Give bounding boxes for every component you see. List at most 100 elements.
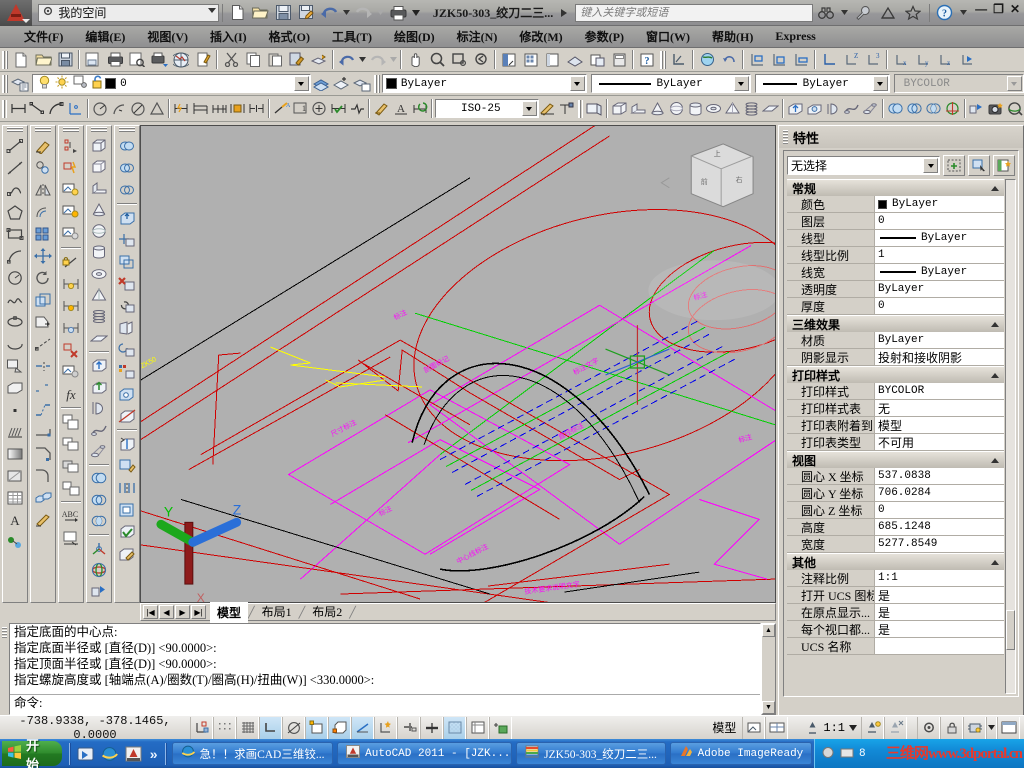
minimize-button[interactable]: — — [975, 2, 987, 16]
layer-make-current-icon[interactable] — [331, 73, 351, 94]
pickadd-icon[interactable] — [993, 155, 1015, 176]
plot-preview-icon[interactable] — [82, 49, 104, 70]
table-row[interactable]: 打印样式 BYCOLOR — [787, 383, 1004, 400]
helix-icon[interactable] — [88, 306, 110, 327]
copy-stack-icon[interactable] — [60, 455, 82, 477]
last-tab-button[interactable]: ▶| — [191, 605, 206, 619]
tray-icon[interactable] — [840, 746, 854, 762]
dimstyle-control[interactable]: ISO-25 — [435, 99, 539, 118]
properties-scrollbar[interactable] — [1005, 179, 1016, 694]
chevron-down-icon[interactable] — [208, 7, 217, 13]
layer-lock-icon[interactable] — [60, 251, 82, 273]
undo-icon[interactable] — [319, 2, 340, 24]
grid-mode-toggle[interactable] — [236, 716, 259, 739]
category-misc[interactable]: 其他 — [787, 553, 1004, 570]
command-window-grip[interactable] — [0, 623, 9, 715]
pyramid-icon[interactable] — [723, 98, 742, 119]
table-row[interactable]: UCS 名称 — [787, 638, 1004, 655]
drawing-canvas[interactable]: 尺寸标注 剖面标记 中心线标注 直径标注 技术要求说明文字 标注 标注文字 标注… — [140, 125, 776, 603]
left-view-icon[interactable] — [790, 49, 812, 70]
properties-toolbar-grip[interactable] — [374, 74, 380, 93]
autocad-quicklaunch-icon[interactable] — [122, 742, 146, 766]
menu-edit[interactable]: 编辑(E) — [85, 28, 125, 45]
table-row[interactable]: 线宽 ByLayer — [787, 264, 1004, 281]
subtract-icon[interactable] — [88, 489, 110, 510]
menu-help[interactable]: 帮助(H) — [712, 28, 753, 45]
star-icon[interactable] — [903, 2, 924, 24]
layer-states-icon[interactable] — [352, 73, 372, 94]
property-value[interactable]: ByLayer — [875, 281, 1004, 297]
clean-icon[interactable] — [116, 455, 138, 477]
grid-display-toggle[interactable] — [213, 716, 236, 739]
3d-align-icon[interactable] — [88, 581, 110, 602]
stretch-icon[interactable] — [32, 311, 54, 333]
insert-block-icon[interactable] — [4, 355, 26, 377]
ucs-icon[interactable] — [818, 49, 840, 70]
command-scrollbar[interactable]: ▲ ▼ — [761, 623, 776, 715]
circle-icon[interactable] — [4, 267, 26, 289]
browser-task[interactable]: 急！！求画CAD三维铰... — [171, 742, 334, 765]
menu-window[interactable]: 窗口(W) — [646, 28, 690, 45]
ucs-tracking-toggle[interactable] — [374, 716, 397, 739]
property-value[interactable]: ByLayer — [875, 196, 1004, 212]
menu-dimension[interactable]: 标注(N) — [457, 28, 498, 45]
chevron-down-icon[interactable] — [22, 18, 31, 23]
torus-icon[interactable] — [705, 98, 724, 119]
property-value[interactable]: 685.1248 — [875, 519, 1004, 535]
table-row[interactable]: 线型比例 1 — [787, 247, 1004, 264]
3dosnap-toggle[interactable] — [328, 716, 351, 739]
chevron-down-icon[interactable] — [849, 722, 857, 734]
chevron-down-icon[interactable] — [521, 101, 537, 116]
array-icon[interactable] — [32, 223, 54, 245]
property-value[interactable]: 1:1 — [875, 570, 1004, 586]
scroll-down-button[interactable]: ▼ — [762, 701, 775, 714]
delete-face-icon[interactable] — [116, 273, 138, 295]
ortho-mode-toggle[interactable] — [259, 716, 282, 739]
toolbar-grip[interactable] — [35, 127, 51, 133]
layer-merge-icon[interactable] — [60, 361, 82, 383]
polygon-icon[interactable] — [4, 201, 26, 223]
object-type-selector[interactable]: 无选择 — [787, 156, 940, 175]
satellite-icon[interactable] — [878, 2, 899, 24]
break-icon[interactable] — [32, 399, 54, 421]
annotation-visibility-icon[interactable] — [861, 716, 884, 739]
offset-face-icon[interactable] — [116, 251, 138, 273]
menu-parametric[interactable]: 参数(P) — [585, 28, 624, 45]
dimension-update-icon[interactable] — [410, 98, 429, 119]
publish-icon[interactable] — [148, 49, 170, 70]
table-row[interactable]: 图层 0 — [787, 213, 1004, 230]
layer-control[interactable]: 0 — [32, 74, 311, 93]
table-row[interactable]: 圆心 X 坐标 537.0838 — [787, 468, 1004, 485]
wrench-icon[interactable] — [853, 2, 874, 24]
annotation-scale-icon[interactable] — [802, 717, 823, 739]
search-input[interactable]: 键入关键字或短语 — [575, 3, 814, 22]
3d-array-icon[interactable] — [32, 487, 54, 509]
rectangle-icon[interactable] — [4, 223, 26, 245]
plot-icon[interactable] — [388, 2, 409, 24]
extrude-face-icon[interactable] — [116, 207, 138, 229]
quick-properties-toggle[interactable] — [466, 716, 489, 739]
dimstyle-manager-icon[interactable] — [539, 98, 558, 119]
add-selected-icon[interactable] — [4, 531, 26, 553]
workspace-switcher[interactable]: 我的空间 — [38, 3, 220, 22]
table-row[interactable]: 阴影显示 投射和接收阴影 — [787, 349, 1004, 366]
space-indicator[interactable]: 模型 — [706, 719, 742, 736]
unlock-icon[interactable] — [91, 75, 103, 93]
hatch-icon[interactable] — [4, 421, 26, 443]
spline-icon[interactable] — [4, 289, 26, 311]
model-space-icon[interactable] — [742, 716, 766, 739]
menu-express[interactable]: Express — [775, 29, 815, 44]
layer-off-icon[interactable] — [60, 179, 82, 201]
freeze-viewport-icon[interactable] — [73, 75, 87, 92]
table-row[interactable]: 厚度 0 — [787, 298, 1004, 315]
planar-surface-icon[interactable] — [761, 98, 780, 119]
property-value[interactable]: 投射和接收阴影 — [875, 349, 1004, 365]
command-history[interactable]: 指定底面的中心点: 指定底面半径或 [直径(D)] <90.0000>: 指定顶… — [9, 623, 761, 715]
join-icon[interactable] — [32, 421, 54, 443]
layer-freeze-icon[interactable] — [60, 223, 82, 245]
table-row[interactable]: 打印样式表 无 — [787, 400, 1004, 417]
sun-icon[interactable] — [55, 75, 69, 93]
matchlayer-icon[interactable] — [308, 49, 330, 70]
layer-match-icon[interactable] — [60, 157, 82, 179]
pan-hand-icon[interactable] — [404, 49, 426, 70]
